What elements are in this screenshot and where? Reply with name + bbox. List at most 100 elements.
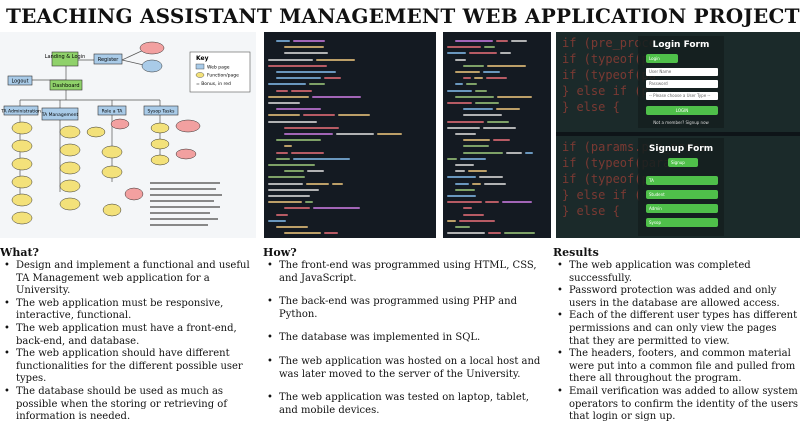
code-line (463, 114, 502, 117)
login-form-box: Login Form Login User Name Password -- P… (638, 36, 724, 128)
signup-form-screenshot: if (params.pre_proce if (typeof(param if… (556, 136, 800, 238)
code-line (447, 219, 456, 222)
signup-option-student[interactable]: Student (646, 190, 718, 199)
code-line (479, 176, 503, 179)
code-line (276, 213, 288, 216)
code-line (463, 213, 484, 216)
code-line (305, 201, 313, 204)
code-line (316, 58, 355, 61)
code-line (268, 120, 317, 123)
site-map-svg: Landing & Login Register Logout Dashboar… (0, 41, 251, 226)
code-line (447, 52, 466, 55)
code-line (455, 164, 474, 166)
code-line (455, 133, 476, 135)
code-line (447, 201, 482, 204)
code-line (268, 114, 300, 117)
form-screenshots: if (pre_proce if (typeof(pa if (typeof(p… (556, 32, 800, 238)
username-input[interactable]: User Name (646, 68, 718, 76)
how-list: The front-end was programmed using HTML,… (263, 260, 543, 417)
legend-web-page-swatch (195, 63, 205, 70)
code-line (284, 232, 321, 235)
code-line (284, 46, 324, 49)
signup-option-ta[interactable]: TA (646, 176, 718, 185)
what-item: The database should be used as much as p… (0, 386, 252, 424)
code-line (268, 164, 315, 166)
results-item: Each of the different user types has dif… (553, 310, 799, 348)
code-line (463, 151, 503, 154)
code-line (268, 102, 300, 104)
node-role-ta-label: Role a TA (102, 109, 124, 115)
legend-web-page: Web page (207, 65, 230, 71)
results-item: Email verification was added to allow sy… (553, 386, 799, 424)
signup-tab[interactable]: Signup (668, 158, 698, 167)
login-tab[interactable]: Login (646, 54, 678, 63)
code-line (487, 64, 526, 67)
code-line (497, 95, 532, 98)
code-line (455, 95, 494, 98)
code-line (463, 64, 484, 67)
results-item: Password protection was added and only u… (553, 285, 799, 310)
code-line (268, 195, 310, 197)
code-line (268, 182, 303, 185)
node-sysop-label: Sysop Tasks (148, 109, 176, 115)
node-mail (141, 59, 163, 73)
code-line (455, 58, 466, 61)
code-line (447, 232, 485, 235)
results-section: Results The web application was complete… (553, 246, 799, 424)
code-line (268, 188, 319, 191)
code-line (324, 232, 338, 235)
code-line (324, 77, 341, 80)
user-type-select[interactable]: -- Please choose a User Type -- (646, 92, 718, 100)
code-line (496, 40, 508, 42)
how-item: The web application was tested on laptop… (263, 392, 543, 417)
code-line (293, 40, 325, 42)
signup-link[interactable]: Not a member? Signup now (638, 120, 724, 125)
signup-form-title: Signup Form (648, 144, 714, 154)
code-line (487, 120, 509, 123)
code-line (475, 89, 487, 92)
results-item: The headers, footers, and common materia… (553, 348, 799, 386)
code-line (293, 157, 350, 160)
what-list: Design and implement a functional and us… (0, 260, 252, 424)
code-line (276, 77, 321, 80)
legend-title: Key (196, 55, 209, 62)
how-heading: How? (263, 246, 297, 259)
code-line (500, 52, 511, 55)
code-line (525, 151, 533, 154)
code-line (276, 139, 321, 142)
code-line (284, 52, 328, 55)
what-item: The web application should have differen… (0, 348, 252, 386)
code-line (483, 126, 516, 129)
code-line (268, 95, 309, 98)
code-line (268, 58, 313, 61)
code-line (488, 232, 501, 235)
code-line (284, 145, 292, 148)
code-line (447, 126, 480, 129)
code-line (455, 170, 465, 173)
code-line (463, 139, 490, 142)
code-line (496, 108, 520, 111)
poster-title: TEACHING ASSISTANT MANAGEMENT WEB APPLIC… (0, 0, 800, 32)
code-line (455, 71, 480, 73)
node-register-label: Register (98, 57, 120, 63)
code-line (506, 151, 522, 154)
code-screenshot-php (264, 32, 436, 238)
password-input[interactable]: Password (646, 80, 718, 88)
legend-bonus: = Bonus, in red (196, 81, 231, 87)
signup-option-admin[interactable]: Admin (646, 204, 718, 213)
login-form-screenshot: if (pre_proce if (typeof(pa if (typeof(p… (556, 32, 800, 132)
site-map-diagram: Landing & Login Register Logout Dashboar… (0, 32, 256, 238)
code-line (447, 89, 472, 92)
code-line (472, 182, 481, 185)
code-line (291, 89, 312, 92)
code-line (276, 89, 288, 92)
code-line (460, 157, 486, 160)
signup-option-sysop[interactable]: Sysop (646, 218, 718, 227)
code-line (276, 71, 336, 73)
code-line (284, 170, 304, 173)
code-line (268, 64, 327, 67)
code-line (284, 207, 310, 210)
code-line (455, 83, 463, 86)
login-button[interactable]: LOGIN (646, 106, 718, 115)
node-landing-label: Landing & Login (45, 54, 86, 60)
